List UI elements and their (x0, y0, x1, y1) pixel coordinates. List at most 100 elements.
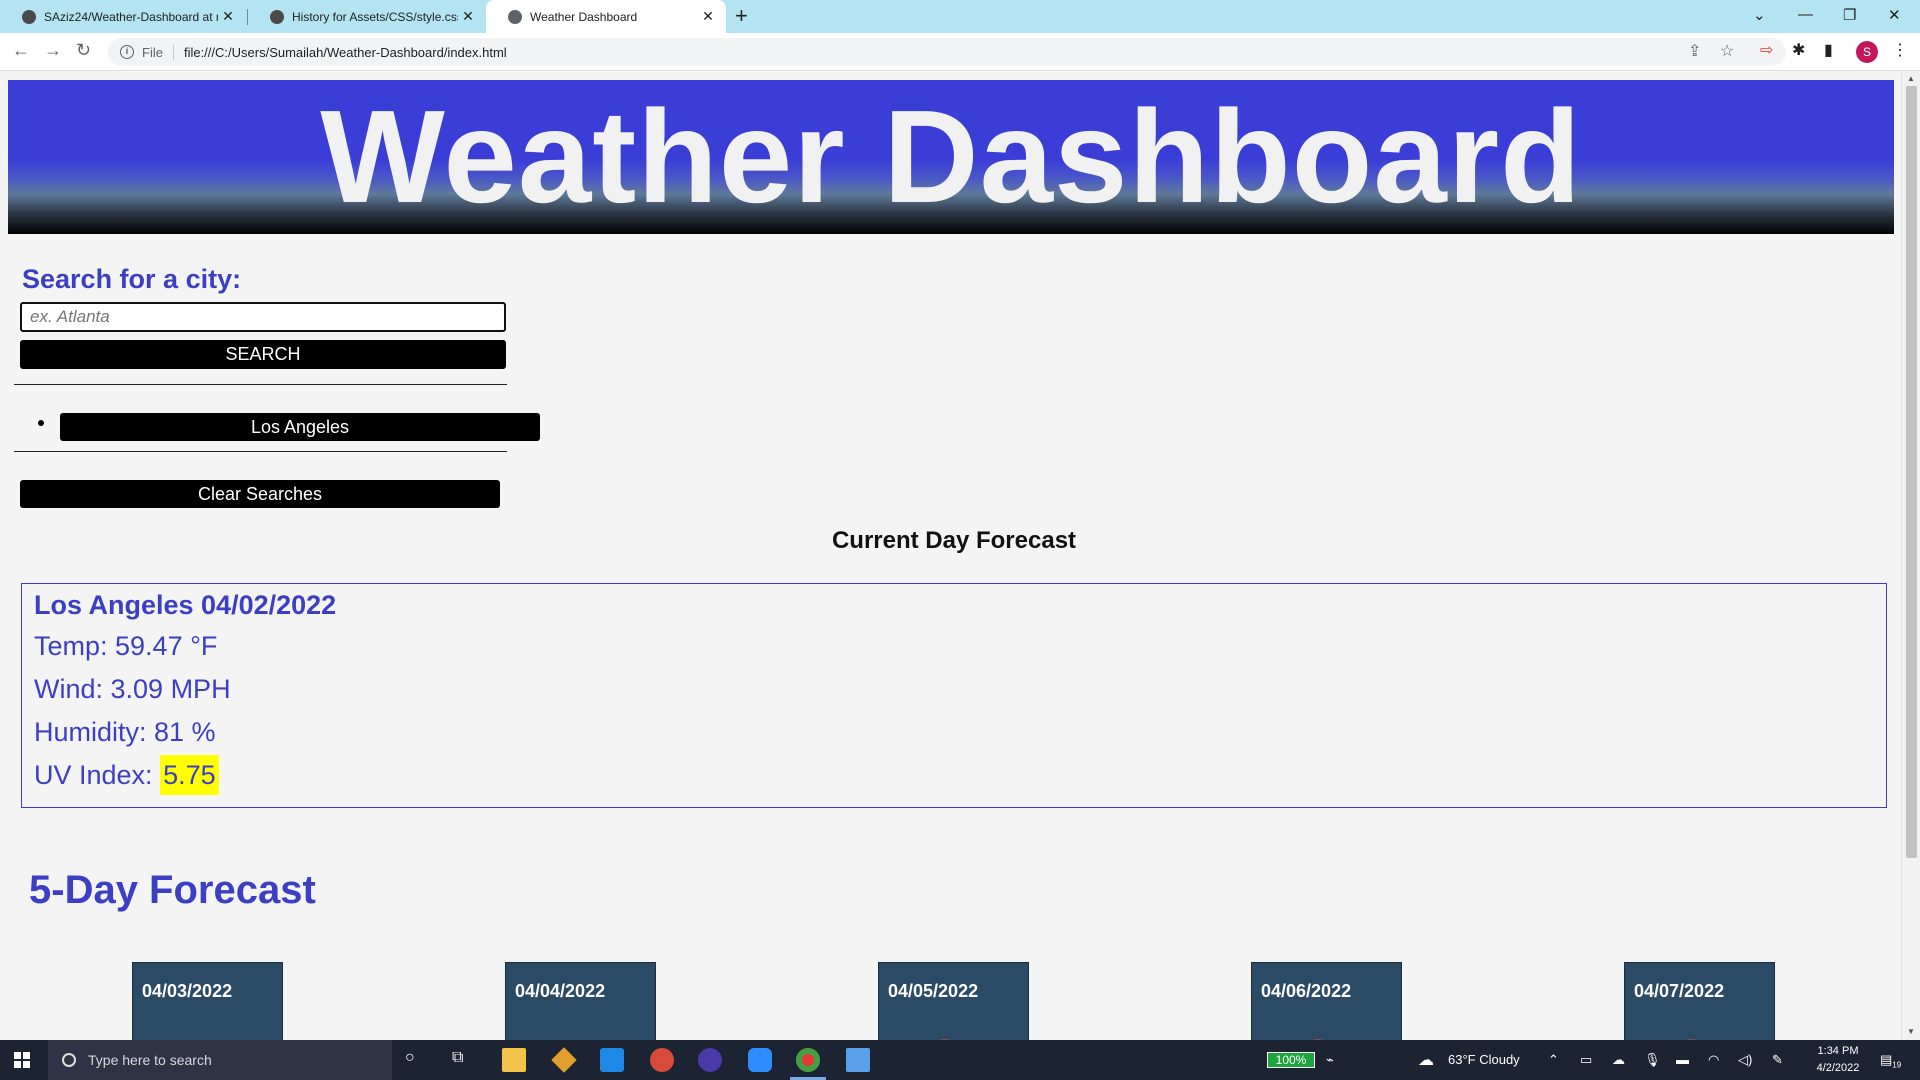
file-explorer-icon[interactable] (502, 1048, 526, 1072)
five-day-heading: 5-Day Forecast (29, 868, 316, 912)
windows-start-icon[interactable] (14, 1052, 30, 1068)
power-plug-icon: ⌁ (1326, 1052, 1334, 1067)
forecast-card: 04/04/2022 (505, 962, 656, 1040)
battery-icon[interactable]: ▬ (1676, 1052, 1689, 1067)
forecast-card: 04/06/2022 (1251, 962, 1402, 1040)
search-icon (62, 1053, 76, 1067)
temp-text: Temp: 59.47 °F (34, 631, 218, 661)
meet-now-icon[interactable]: ▭ (1580, 1052, 1592, 1068)
clock-time: 1:34 PM (1817, 1045, 1859, 1057)
list-bullet (38, 420, 44, 426)
notification-icon[interactable]: ▤19 (1880, 1052, 1901, 1070)
cloud-icon: ☁ (1418, 1052, 1434, 1069)
side-panel-icon[interactable]: ▮ (1824, 40, 1833, 60)
app-icon[interactable] (650, 1048, 674, 1072)
system-clock[interactable]: 1:34 PM 4/2/2022 (1808, 1043, 1868, 1077)
forecast-date: 04/03/2022 (142, 981, 233, 1001)
forecast-date: 04/06/2022 (1261, 981, 1352, 1001)
volume-icon[interactable]: ◁) (1738, 1052, 1752, 1068)
city-search-input[interactable] (20, 302, 506, 332)
taskbar-search-placeholder: Type here to search (88, 1052, 212, 1068)
back-icon[interactable]: ← (12, 40, 30, 61)
profile-avatar[interactable]: S (1856, 41, 1878, 63)
close-icon[interactable]: ✕ (698, 8, 718, 25)
hero-header: Weather Dashboard (8, 80, 1894, 234)
bookmark-star-icon[interactable]: ☆ (1720, 38, 1734, 66)
page-scrollbar[interactable]: ▲ ▼ (1901, 72, 1920, 1040)
current-weather-card: Los Angeles 04/02/2022 Temp: 59.47 °F Wi… (21, 583, 1887, 808)
scrollbar-thumb[interactable] (1906, 86, 1917, 858)
wifi-icon[interactable]: ◠ (1708, 1052, 1719, 1068)
tab-title: SAziz24/Weather-Dashboard at m (44, 9, 218, 24)
page-title: Weather Dashboard (320, 83, 1582, 230)
address-bar[interactable]: i File file:///C:/Users/Sumailah/Weather… (108, 38, 1786, 66)
scroll-down-icon[interactable]: ▼ (1907, 1027, 1915, 1036)
share-icon[interactable]: ⇪ (1688, 38, 1701, 66)
extensions-puzzle-icon[interactable]: ✱ (1792, 40, 1805, 60)
search-label: Search for a city: (22, 264, 242, 294)
close-icon[interactable]: ✕ (458, 8, 478, 25)
forecast-date: 04/07/2022 (1634, 981, 1725, 1001)
forecast-date: 04/05/2022 (888, 981, 979, 1001)
pen-icon[interactable]: ✎ (1772, 1052, 1783, 1068)
close-window-icon[interactable]: ✕ (1888, 6, 1901, 24)
url-text[interactable]: file:///C:/Users/Sumailah/Weather-Dashbo… (184, 45, 507, 60)
zoom-icon[interactable] (748, 1048, 772, 1072)
tab-search-icon[interactable]: ⌄ (1753, 6, 1766, 24)
uv-value-badge: 5.75 (160, 755, 219, 795)
wind-text: Wind: 3.09 MPH (34, 674, 231, 704)
page-viewport: Weather Dashboard Search for a city: SEA… (0, 72, 1901, 1040)
uv-label: UV Index: (34, 760, 161, 790)
notification-count: 19 (1892, 1060, 1902, 1070)
clock-date: 4/2/2022 (1816, 1062, 1860, 1074)
extension-icon[interactable]: ⇨ (1760, 40, 1773, 60)
info-icon[interactable]: i (120, 45, 134, 59)
github-icon (270, 9, 284, 24)
forecast-card: 04/03/2022 (132, 962, 283, 1040)
divider (14, 384, 507, 385)
chrome-icon[interactable] (796, 1048, 820, 1072)
tab-title: History for Assets/CSS/style.css · (292, 9, 458, 24)
city-date: Los Angeles 04/02/2022 (34, 590, 337, 620)
browser-toolbar: ← → ↻ i File file:///C:/Users/Sumailah/W… (0, 33, 1920, 71)
reload-icon[interactable]: ↻ (76, 40, 91, 61)
minimize-icon[interactable]: — (1798, 6, 1813, 23)
forecast-date: 04/04/2022 (515, 981, 606, 1001)
forward-icon[interactable]: → (44, 40, 62, 61)
task-view-icon[interactable]: ⧉ (452, 1049, 463, 1067)
weather-text[interactable]: 63°F Cloudy (1448, 1052, 1520, 1067)
forecast-card: 04/05/2022 (878, 962, 1029, 1040)
new-tab-button[interactable]: + (735, 3, 748, 29)
uv-index: UV Index: 5.75 (34, 755, 219, 795)
close-icon[interactable]: ✕ (218, 8, 238, 25)
battery-indicator[interactable]: 100% (1267, 1052, 1315, 1068)
tab-strip: SAziz24/Weather-Dashboard at m ✕ History… (0, 0, 1920, 33)
taskbar-search-box[interactable]: Type here to search (48, 1040, 392, 1080)
eclipse-icon[interactable] (698, 1048, 722, 1072)
menu-kebab-icon[interactable]: ⋮ (1892, 40, 1908, 60)
restore-icon[interactable]: ❐ (1843, 6, 1856, 24)
globe-icon (508, 9, 522, 24)
search-button[interactable]: SEARCH (20, 340, 506, 369)
tab-github-repo[interactable]: SAziz24/Weather-Dashboard at m ✕ (0, 0, 246, 33)
tab-weather-dashboard[interactable]: Weather Dashboard ✕ (486, 0, 726, 33)
cloud-sync-icon[interactable]: ☁ (1612, 1052, 1625, 1068)
git-icon[interactable] (551, 1047, 577, 1073)
current-forecast-heading: Current Day Forecast (831, 527, 1077, 554)
tab-github-history[interactable]: History for Assets/CSS/style.css · ✕ (248, 0, 486, 33)
app-window-icon[interactable] (846, 1048, 870, 1072)
cortana-icon[interactable]: ○ (405, 1049, 415, 1067)
divider (14, 451, 507, 452)
vscode-icon[interactable] (600, 1048, 624, 1072)
humidity-text: Humidity: 81 % (34, 717, 216, 747)
chevron-up-icon[interactable]: ⌃ (1548, 1052, 1559, 1068)
windows-taskbar: Type here to search ○ ⧉ 100% ⌁ ☁ 63°F Cl… (0, 1040, 1920, 1080)
scheme-label: File (142, 44, 174, 60)
scroll-up-icon[interactable]: ▲ (1907, 74, 1915, 83)
forecast-card: 04/07/2022 (1624, 962, 1775, 1040)
github-icon (22, 9, 36, 24)
clear-searches-button[interactable]: Clear Searches (20, 480, 500, 508)
history-city-button[interactable]: Los Angeles (60, 413, 540, 441)
microphone-icon[interactable]: 🎙︎ (1644, 1052, 1661, 1068)
tab-title: Weather Dashboard (530, 9, 638, 24)
